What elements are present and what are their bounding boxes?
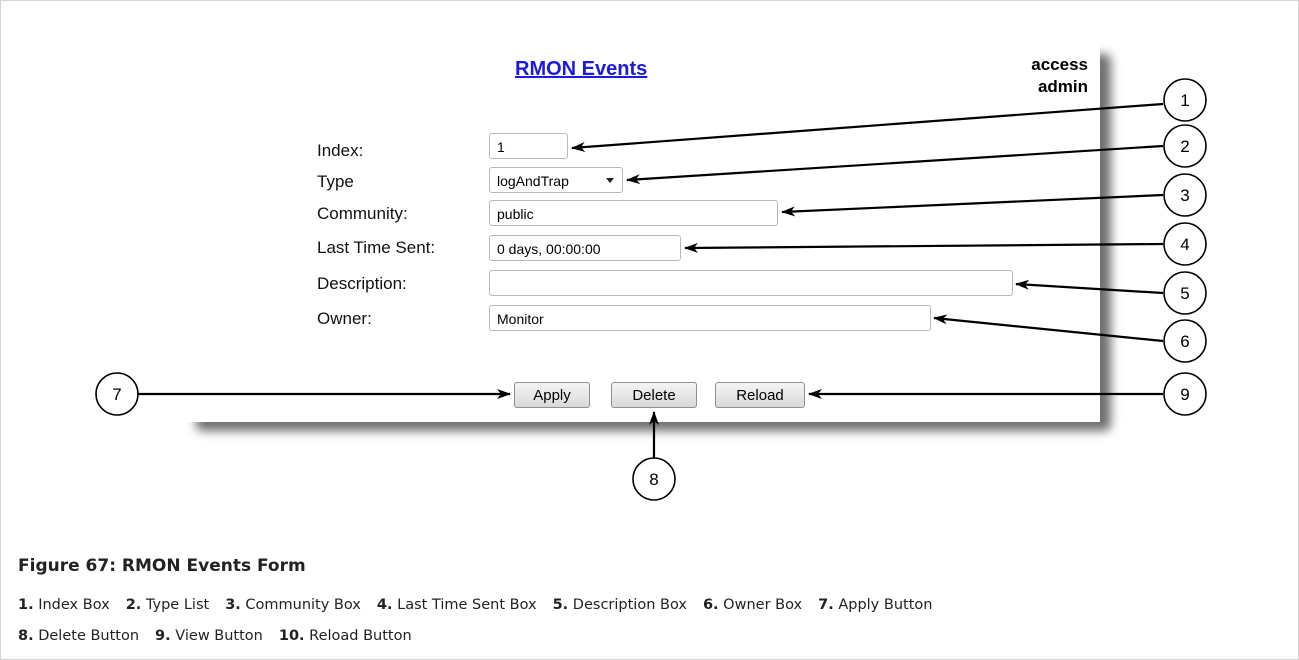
- legend-item: 7. Apply Button: [818, 597, 932, 613]
- legend-item: 2. Type List: [126, 597, 209, 613]
- legend-item: 3. Community Box: [225, 597, 361, 613]
- legend-item: 1. Index Box: [18, 597, 110, 613]
- callout-4-number: 4: [1180, 235, 1189, 254]
- legend-item: 6. Owner Box: [703, 597, 802, 613]
- callout-6-arrow: [933, 314, 1164, 343]
- callout-1-arrow: [571, 102, 1164, 153]
- callout-3-number: 3: [1180, 186, 1189, 205]
- legend-item: 10. Reload Button: [279, 628, 412, 644]
- legend-item-text: Community Box: [240, 597, 361, 613]
- legend-item-number: 5.: [552, 597, 569, 613]
- legend-item-number: 6.: [702, 597, 719, 613]
- legend-item: 9. View Button: [155, 628, 263, 644]
- legend-item: 5. Description Box: [553, 597, 687, 613]
- legend-item-text: Apply Button: [833, 597, 933, 613]
- legend-item-number: 8.: [18, 628, 34, 644]
- callout-8-number: 8: [649, 470, 658, 489]
- callout-2-arrow: [626, 144, 1164, 185]
- callout-7-number: 7: [112, 385, 121, 404]
- legend-item-number: 2.: [125, 597, 142, 613]
- legend-item-number: 9.: [155, 628, 171, 644]
- callout-2-number: 2: [1180, 137, 1189, 156]
- legend-line-1: 1. Index Box 2. Type List 3. Community Box…: [18, 597, 948, 613]
- legend-line-2: 8. Delete Button 9. View Button 10. Reload…: [18, 628, 428, 644]
- legend-item: 4. Last Time Sent Box: [377, 597, 537, 613]
- legend-item-number: 7.: [818, 597, 834, 613]
- legend-item-number: 10.: [278, 628, 305, 644]
- figure-caption-title: Figure 67: RMON Events Form: [18, 556, 306, 576]
- legend-item-text: Description Box: [568, 597, 687, 613]
- legend-item-text: Reload Button: [304, 628, 412, 644]
- legend-item-text: Index Box: [33, 597, 110, 613]
- callout-5-number: 5: [1180, 284, 1189, 303]
- callout-3-arrow: [781, 193, 1164, 217]
- callout-6-number: 6: [1180, 332, 1189, 351]
- legend-item-text: View Button: [170, 628, 263, 644]
- legend-item-number: 4.: [376, 597, 393, 613]
- legend-item-text: Last Time Sent Box: [392, 597, 537, 613]
- legend-item-text: Type List: [141, 597, 210, 613]
- callout-9-number: 9: [1180, 385, 1189, 404]
- legend-item-number: 3.: [225, 597, 241, 613]
- legend-item: 8. Delete Button: [18, 628, 139, 644]
- callout-4-arrow: [684, 242, 1164, 253]
- callout-1-number: 1: [1180, 91, 1189, 110]
- legend-item-number: 1.: [18, 597, 34, 613]
- legend-item-text: Owner Box: [718, 597, 803, 613]
- callout-5-arrow: [1015, 279, 1164, 295]
- legend-item-text: Delete Button: [33, 628, 140, 644]
